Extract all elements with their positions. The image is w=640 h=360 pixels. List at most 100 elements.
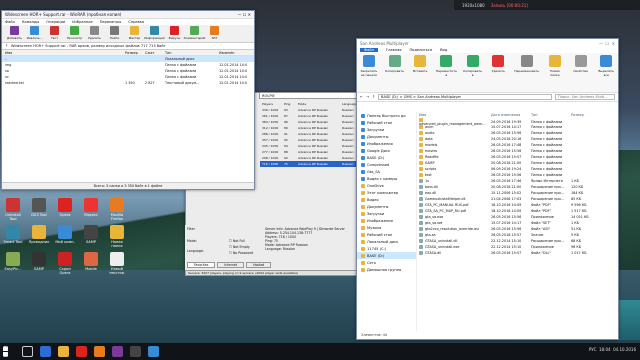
ribbon-button[interactable]: Вставить — [410, 55, 430, 90]
clock[interactable]: 18:04 — [599, 347, 611, 352]
menu-file[interactable]: Файл — [5, 20, 15, 24]
col-type[interactable]: Тип — [531, 113, 571, 117]
samp-icon[interactable] — [130, 346, 141, 357]
close-icon[interactable]: ✕ — [612, 41, 615, 46]
ribbon-button[interactable]: Свойства — [571, 55, 591, 90]
toolbar-button[interactable]: Удалить — [85, 26, 104, 41]
nav-item[interactable]: 11745 (C:) — [357, 245, 416, 252]
server-row[interactable]: 716 / 1000 75 Advance RP Russian Russian — [260, 161, 359, 167]
back-icon[interactable]: ← — [360, 95, 363, 99]
winrar-icon[interactable] — [112, 346, 123, 357]
forward-icon[interactable]: → — [366, 95, 369, 99]
tab-file[interactable]: Файл — [360, 48, 378, 52]
no-password-checkbox[interactable]: ☐ No Password — [229, 251, 253, 255]
nav-item[interactable]: OneDrive — [357, 182, 416, 189]
nav-item[interactable]: Загрузки — [357, 210, 416, 217]
not-full-checkbox[interactable]: ☐ Not Full — [229, 239, 245, 243]
nav-item[interactable]: Документы — [357, 203, 416, 210]
nav-item[interactable]: Изображения — [357, 140, 416, 147]
desktop-icon[interactable]: Новая папка — [106, 225, 128, 248]
ribbon-button[interactable]: Новая папка — [545, 55, 565, 90]
nav-item[interactable]: Gta_SA — [357, 168, 416, 175]
toolbar-button[interactable]: Добавить — [5, 26, 24, 41]
toolbar-button[interactable]: Вирусы — [165, 26, 184, 41]
language-indicator[interactable]: РУС — [589, 347, 597, 352]
address-input[interactable]: BASE (D:) > GMS > San Andreas Multiplaye… — [378, 94, 552, 100]
desktop-icon[interactable]: Uninstall Tool — [2, 198, 24, 221]
nav-item[interactable]: Изображения — [357, 217, 416, 224]
toolbar-button[interactable]: Мастер — [125, 26, 144, 41]
desktop-icon[interactable]: Opera — [54, 198, 76, 221]
firefox-icon[interactable] — [94, 346, 105, 357]
toolbar-button[interactable]: Тест — [45, 26, 64, 41]
up-arrow-icon[interactable]: ↑ — [5, 44, 8, 48]
nav-item[interactable]: Google Диск — [357, 147, 416, 154]
toolbar-button[interactable]: Просмотр — [65, 26, 84, 41]
toolbar-button[interactable]: Информация — [144, 26, 165, 41]
toolbar-button[interactable]: Найти — [105, 26, 124, 41]
ribbon-button[interactable]: Переименовать — [514, 55, 539, 90]
desktop-icon[interactable]: Мой комп. — [54, 225, 76, 248]
table-row[interactable]: readme.txt 1 350 2 827 Текстовый докум... 12… — [2, 80, 254, 86]
nav-item[interactable]: Рабочий стол — [357, 119, 416, 126]
desktop-icon[interactable]: SAMP — [28, 252, 50, 275]
col-name[interactable]: Имя — [419, 113, 491, 117]
ribbon-button[interactable]: Копировать — [385, 55, 405, 90]
ribbon-button[interactable]: Переместить в — [436, 55, 457, 90]
nav-item[interactable]: Локальный диск — [357, 238, 416, 245]
file-row[interactable]: GTASA.dll 26.05.2016 15:57 Файл "DLL" 1 017… — [419, 250, 616, 256]
desktop-icon[interactable]: Mozilla Firefox — [106, 198, 128, 221]
nav-item[interactable]: Документы — [357, 133, 416, 140]
tab-internet[interactable]: Internet — [217, 262, 245, 268]
taskbar-app-icon[interactable] — [148, 346, 159, 357]
menu-operations[interactable]: Операции — [46, 20, 65, 24]
tab-share[interactable]: Поделиться — [409, 48, 432, 52]
desktop-icon[interactable]: Яндекс — [80, 198, 102, 221]
tab-home[interactable]: Главная — [386, 48, 402, 52]
nav-item[interactable]: Compressed — [357, 161, 416, 168]
nav-item[interactable]: Этот компьютер — [357, 189, 416, 196]
menu-options[interactable]: Параметры — [100, 20, 122, 24]
opera-icon[interactable] — [76, 346, 87, 357]
desktop-icon[interactable]: Новый текстов. — [106, 252, 128, 275]
nav-item[interactable]: Загрузки — [357, 126, 416, 133]
desktop-icon[interactable]: Проводник — [28, 225, 50, 248]
search-input[interactable]: Поиск: San Andreas Multi... — [555, 94, 615, 100]
desktop-icon[interactable]: DS3 Tool — [28, 198, 50, 221]
maximize-icon[interactable]: ☐ — [606, 41, 610, 46]
desktop-icon[interactable]: EasyPic... — [2, 252, 24, 275]
tab-view[interactable]: Вид — [440, 48, 447, 52]
nav-item[interactable]: Музыка — [357, 224, 416, 231]
desktop-icon[interactable]: Smart Tool — [2, 225, 24, 248]
ribbon-button[interactable]: Выделить все — [596, 55, 616, 90]
nav-item[interactable]: Видео с камеры — [357, 175, 416, 182]
tab-hosted[interactable]: Hosted — [246, 262, 272, 268]
nav-item[interactable]: Сеть — [357, 259, 416, 266]
not-empty-checkbox[interactable]: ☐ Not Empty — [229, 245, 250, 249]
folder-icon[interactable] — [58, 346, 69, 357]
toolbar-button[interactable]: Извлечь... — [25, 26, 44, 41]
col-date[interactable]: Дата изменения — [491, 113, 531, 117]
nav-item[interactable]: Домашняя группа — [357, 266, 416, 273]
ribbon-button[interactable]: Закрепить на панели — [359, 55, 379, 90]
tab-favorites[interactable]: Favorites — [187, 262, 216, 268]
minimize-icon[interactable]: — — [599, 41, 603, 46]
search-icon[interactable] — [22, 346, 33, 357]
ribbon-button[interactable]: Копировать в — [463, 55, 483, 90]
taskbar-app-icon[interactable] — [40, 346, 51, 357]
minimize-icon[interactable]: — — [237, 12, 241, 17]
menu-favorites[interactable]: Избранное — [72, 20, 92, 24]
maximize-icon[interactable]: ☐ — [243, 12, 247, 17]
nav-item[interactable]: Рабочий стол — [357, 231, 416, 238]
menu-commands[interactable]: Команды — [22, 20, 39, 24]
nav-item[interactable]: Видео — [357, 196, 416, 203]
close-icon[interactable]: ✕ — [248, 12, 251, 17]
desktop-icon[interactable]: Mobile — [80, 252, 102, 275]
nav-item[interactable]: Панель быстрого до — [357, 112, 416, 119]
ribbon-button[interactable]: Удалить — [489, 55, 509, 90]
toolbar-button[interactable]: Комментарий — [184, 26, 205, 41]
menu-help[interactable]: Справка — [128, 20, 144, 24]
toolbar-button[interactable]: SFX — [205, 26, 224, 41]
nav-item[interactable]: BASE (D:) — [357, 252, 416, 259]
up-icon[interactable]: ↑ — [372, 95, 375, 99]
